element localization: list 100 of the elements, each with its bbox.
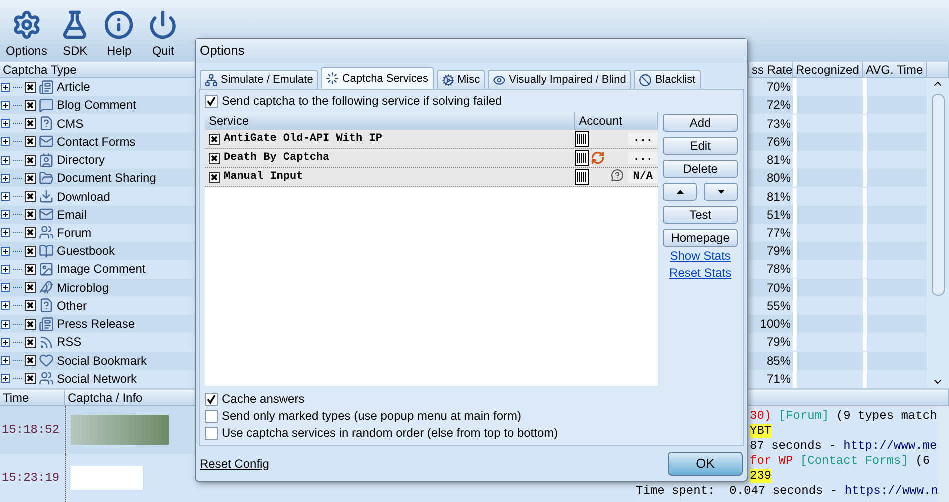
book-icon [39, 244, 54, 259]
envelope-icon [39, 207, 54, 222]
checkbox-label[interactable]: Send only marked types (use popup menu at main form) [222, 409, 522, 423]
expand-icon[interactable] [1, 210, 10, 220]
ok-button[interactable]: OK [668, 452, 743, 476]
checkbox[interactable] [25, 318, 36, 330]
tree-item[interactable]: Social Network [57, 372, 138, 386]
tree-item[interactable]: Social Bookmark [57, 354, 148, 368]
column-header[interactable]: Time [0, 390, 65, 406]
expand-icon[interactable] [1, 228, 10, 238]
tab[interactable]: Simulate / Emulate [200, 70, 318, 89]
service-name[interactable]: Death By Captcha [220, 152, 576, 164]
toolbar-button[interactable]: SDK [55, 8, 96, 62]
dialog-button[interactable]: Add [663, 114, 738, 132]
checkbox[interactable] [25, 118, 36, 130]
toolbar-button[interactable]: Help [99, 8, 140, 62]
dialog-button[interactable]: Edit [663, 137, 738, 155]
checkbox[interactable] [205, 94, 218, 108]
dialog-button[interactable]: Delete [663, 160, 738, 178]
expand-icon[interactable] [1, 137, 10, 146]
tree-item[interactable]: Contact Forms [57, 134, 136, 149]
checkbox[interactable] [25, 100, 36, 111]
log-line: Time spent: 0.047 seconds - https://www.n [636, 484, 938, 499]
column-header[interactable]: ss Rate [749, 62, 793, 78]
expand-icon[interactable] [1, 156, 10, 165]
stats-link[interactable]: Reset Stats [663, 266, 738, 280]
toolbar-button[interactable]: Options [2, 8, 52, 62]
checkbox[interactable] [25, 209, 36, 220]
expand-icon[interactable] [1, 100, 10, 110]
tree-item[interactable]: Other [57, 298, 88, 313]
expand-icon[interactable] [1, 82, 10, 92]
expand-icon[interactable] [1, 374, 10, 384]
expand-icon[interactable] [1, 119, 10, 128]
tree-item[interactable]: Forum [57, 226, 92, 240]
tree-item[interactable]: RSS [57, 335, 82, 350]
checkbox[interactable] [25, 227, 36, 238]
checkbox[interactable] [25, 136, 36, 148]
checkbox[interactable] [25, 246, 36, 257]
column-header[interactable]: Recognized [793, 62, 863, 78]
checkbox[interactable] [25, 191, 36, 202]
people-icon [39, 371, 54, 386]
move-up-button[interactable] [663, 183, 698, 201]
header-filler [927, 62, 949, 78]
stats-link[interactable]: Show Stats [663, 249, 738, 263]
checkbox[interactable] [25, 264, 36, 275]
captcha-image-placeholder [71, 466, 143, 490]
service-name[interactable]: Manual Input [220, 171, 576, 183]
tree-item[interactable]: Guestbook [57, 244, 116, 258]
tab[interactable]: Visually Impaired / Blind [488, 70, 632, 89]
tree-item[interactable]: Article [57, 80, 90, 94]
checkbox[interactable] [205, 426, 218, 440]
expand-icon[interactable] [1, 174, 10, 183]
checkbox[interactable] [205, 392, 218, 406]
checkbox[interactable] [25, 355, 36, 366]
triangle-down-icon [718, 190, 724, 194]
expand-icon[interactable] [1, 264, 10, 274]
tab[interactable]: Captcha Services [321, 67, 434, 89]
checkbox[interactable] [25, 300, 36, 312]
expand-icon[interactable] [1, 246, 10, 256]
checkbox-label[interactable]: Use captcha services in random order (else from top to bottom) [222, 426, 558, 440]
checkbox[interactable] [209, 152, 220, 164]
tree-item[interactable]: Press Release [57, 317, 136, 332]
checkbox[interactable] [25, 154, 36, 166]
toolbar-button[interactable]: Quit [143, 8, 184, 62]
checkbox[interactable] [25, 172, 36, 184]
rss-icon [39, 334, 54, 350]
service-name[interactable]: AntiGate Old-API With IP [220, 133, 576, 145]
table-cell: 80% [749, 169, 793, 188]
checkbox[interactable] [25, 82, 36, 93]
expand-icon[interactable] [1, 356, 10, 366]
expand-icon[interactable] [1, 338, 10, 347]
checkbox[interactable] [209, 172, 220, 182]
dialog-button[interactable]: Homepage [663, 229, 738, 247]
tree-item[interactable]: Blog Comment [57, 98, 136, 112]
speech-bubble-icon [39, 98, 54, 113]
checkbox-label[interactable]: Send captcha to the following service if solving failed [222, 94, 502, 108]
tree-item[interactable]: Email [57, 208, 88, 222]
tree-item[interactable]: Document Sharing [57, 171, 156, 186]
checkbox[interactable] [25, 282, 36, 294]
checkbox[interactable] [209, 134, 220, 144]
tree-item[interactable]: Image Comment [57, 262, 146, 276]
document-icon [39, 116, 54, 132]
tab[interactable]: Blacklist [634, 70, 701, 89]
checkbox[interactable] [205, 410, 218, 422]
tree-item[interactable]: Download [57, 190, 110, 204]
move-down-button[interactable] [704, 183, 738, 201]
checkbox[interactable] [25, 336, 36, 348]
checkbox-label[interactable]: Cache answers [222, 392, 305, 406]
dialog-button[interactable]: Test [663, 206, 738, 224]
expand-icon[interactable] [1, 283, 10, 292]
tree-item[interactable]: CMS [57, 116, 84, 131]
column-header[interactable]: AVG. Time [863, 62, 927, 78]
tab[interactable]: Misc [436, 70, 486, 89]
expand-icon[interactable] [1, 192, 10, 202]
tree-item[interactable]: Microblog [57, 280, 110, 295]
expand-icon[interactable] [1, 301, 10, 310]
tree-item[interactable]: Directory [57, 153, 106, 168]
checkbox[interactable] [25, 373, 36, 384]
reset-config-link[interactable]: Reset Config [200, 456, 270, 470]
expand-icon[interactable] [1, 320, 10, 329]
